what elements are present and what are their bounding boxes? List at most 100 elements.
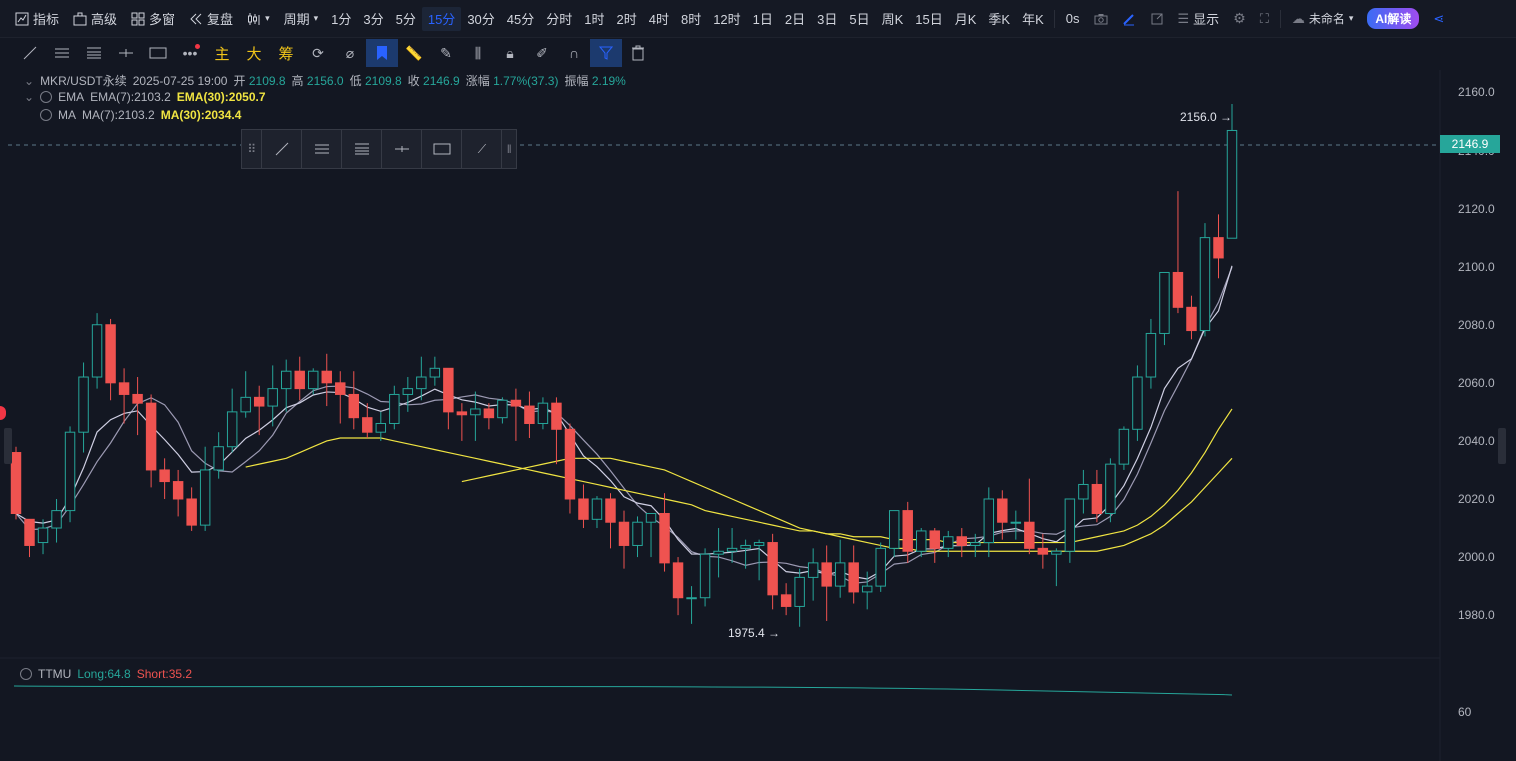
candle-body (186, 498, 197, 526)
period-option[interactable]: 5分 (390, 7, 422, 31)
draw-button[interactable] (1115, 7, 1143, 31)
chart-type-button[interactable]: ▾ (240, 7, 277, 31)
big-order-toggle[interactable]: 大 (238, 39, 270, 67)
period-option[interactable]: 15日 (909, 7, 948, 31)
ema7-line (15, 265, 1233, 580)
share-button[interactable]: ⋖ (1426, 7, 1451, 31)
brush-tool[interactable]: ✎ (430, 39, 462, 67)
rewind-icon (190, 13, 202, 24)
fib-icon (87, 47, 101, 59)
period-option[interactable]: 3分 (357, 7, 389, 31)
candle-body (672, 562, 684, 599)
ruler-icon: 📏 (405, 44, 423, 61)
period-option[interactable]: 周K (876, 7, 910, 31)
erase-tool[interactable]: ⌀ (334, 39, 366, 67)
horizontal-ray-tool[interactable] (110, 39, 142, 67)
bar-datetime: 2025-07-25 19:00 (132, 73, 228, 88)
bell-icon[interactable] (40, 109, 52, 121)
candle-body (632, 521, 643, 546)
candle-body (902, 510, 913, 552)
ruler-tool[interactable]: 📏 (398, 39, 430, 67)
period-option[interactable]: 8时 (675, 7, 707, 31)
chips-toggle[interactable]: 筹 (270, 39, 302, 67)
magnet-tool[interactable]: ∩ (558, 39, 590, 67)
advanced-button[interactable]: 高级 (66, 7, 124, 31)
fib-icon (354, 143, 369, 155)
right-panel-handle[interactable] (1498, 428, 1506, 464)
rectangle-icon (149, 47, 167, 59)
period-option[interactable]: 12时 (707, 7, 746, 31)
float-horizontal[interactable] (381, 130, 421, 168)
period-option[interactable]: 季K (982, 7, 1016, 31)
period-option[interactable]: 30分 (461, 7, 500, 31)
candle-body (483, 408, 495, 419)
trend-line-icon (23, 46, 37, 60)
period-dropdown[interactable]: 周期 ▾ (277, 7, 326, 31)
period-option[interactable]: 4时 (643, 7, 675, 31)
price-axis-label: 2160.0 (1458, 85, 1495, 100)
ruler-icon: ⟋ (477, 141, 487, 156)
popout-button[interactable] (1143, 7, 1171, 31)
filter-tool[interactable] (590, 39, 622, 67)
period-option[interactable]: 分时 (540, 7, 578, 31)
replay-button[interactable]: 复盘 (182, 7, 240, 31)
candle-body (780, 594, 792, 607)
more-tools[interactable]: ••• (174, 39, 206, 67)
candle-body (64, 431, 76, 512)
bookmark-tool[interactable] (366, 39, 398, 67)
ema-legend: ⌄ EMA EMA(7):2103.2 EMA(30):2050.7 (24, 90, 266, 104)
display-button[interactable]: ☰ 显示 (1171, 7, 1227, 31)
period-option[interactable]: 2日 (779, 7, 811, 31)
float-trend-line[interactable] (261, 130, 301, 168)
period-option[interactable]: 年K (1016, 7, 1050, 31)
float-rectangle[interactable] (421, 130, 461, 168)
parallel-lines-tool[interactable] (46, 39, 78, 67)
period-label: 周期 (283, 12, 310, 27)
candle-body (321, 370, 332, 384)
float-ruler[interactable]: ⟋ (461, 130, 501, 168)
candle-body (1010, 521, 1022, 524)
symbol-name: MKR/USDT永续 (40, 74, 127, 88)
period-option[interactable]: 15分 (421, 6, 462, 31)
period-option[interactable]: 2时 (611, 7, 643, 31)
trend-line-tool[interactable] (14, 39, 46, 67)
fullscreen-button[interactable]: ⛶ (1253, 7, 1276, 31)
candle-body (267, 388, 278, 407)
fib-tool[interactable] (78, 39, 110, 67)
layout-name-button[interactable]: ☁ 未命名 ▾ (1285, 7, 1361, 31)
candle-body (645, 513, 657, 523)
ai-interpret-button[interactable]: AI解读 (1360, 7, 1426, 31)
pattern-tool[interactable]: ⫼ (462, 39, 494, 67)
period-option[interactable]: 1分 (325, 7, 357, 31)
period-option[interactable]: 5日 (843, 7, 875, 31)
bell-icon[interactable] (20, 668, 32, 680)
lock-tool[interactable]: 🔒︎ (494, 39, 526, 67)
collapse-icon[interactable]: ⌄ (24, 74, 34, 88)
float-collapse[interactable]: ‖ (501, 130, 516, 168)
candle-body (10, 452, 22, 515)
period-option[interactable]: 3日 (811, 7, 843, 31)
bell-icon[interactable] (40, 91, 53, 103)
sync-tool[interactable]: ⟳ (302, 39, 334, 67)
period-option[interactable]: 月K (949, 7, 983, 31)
high-label: 高 (291, 74, 304, 88)
float-fib[interactable] (341, 130, 381, 168)
drag-handle[interactable]: ⠿ (242, 130, 261, 168)
period-option[interactable]: 1时 (578, 7, 610, 31)
rectangle-tool[interactable] (142, 39, 174, 67)
left-panel-handle[interactable] (4, 428, 12, 464)
float-parallel[interactable] (301, 130, 341, 168)
period-option[interactable]: 1日 (747, 7, 779, 31)
collapse-icon[interactable]: ⌄ (24, 90, 34, 104)
edit-tool[interactable]: ✐ (526, 39, 558, 67)
screenshot-button[interactable] (1087, 7, 1115, 31)
indicators-button[interactable]: 指标 (8, 7, 66, 31)
candle-body (213, 446, 224, 471)
main-chart-toggle[interactable]: 主 (206, 39, 238, 67)
sync-icon: ⟳ (312, 44, 324, 61)
popout-icon (1151, 13, 1162, 24)
multi-window-button[interactable]: 多窗 (124, 7, 182, 31)
settings-button[interactable]: ⚙ (1226, 7, 1253, 31)
period-option[interactable]: 45分 (501, 7, 540, 31)
delete-tool[interactable] (622, 39, 654, 67)
